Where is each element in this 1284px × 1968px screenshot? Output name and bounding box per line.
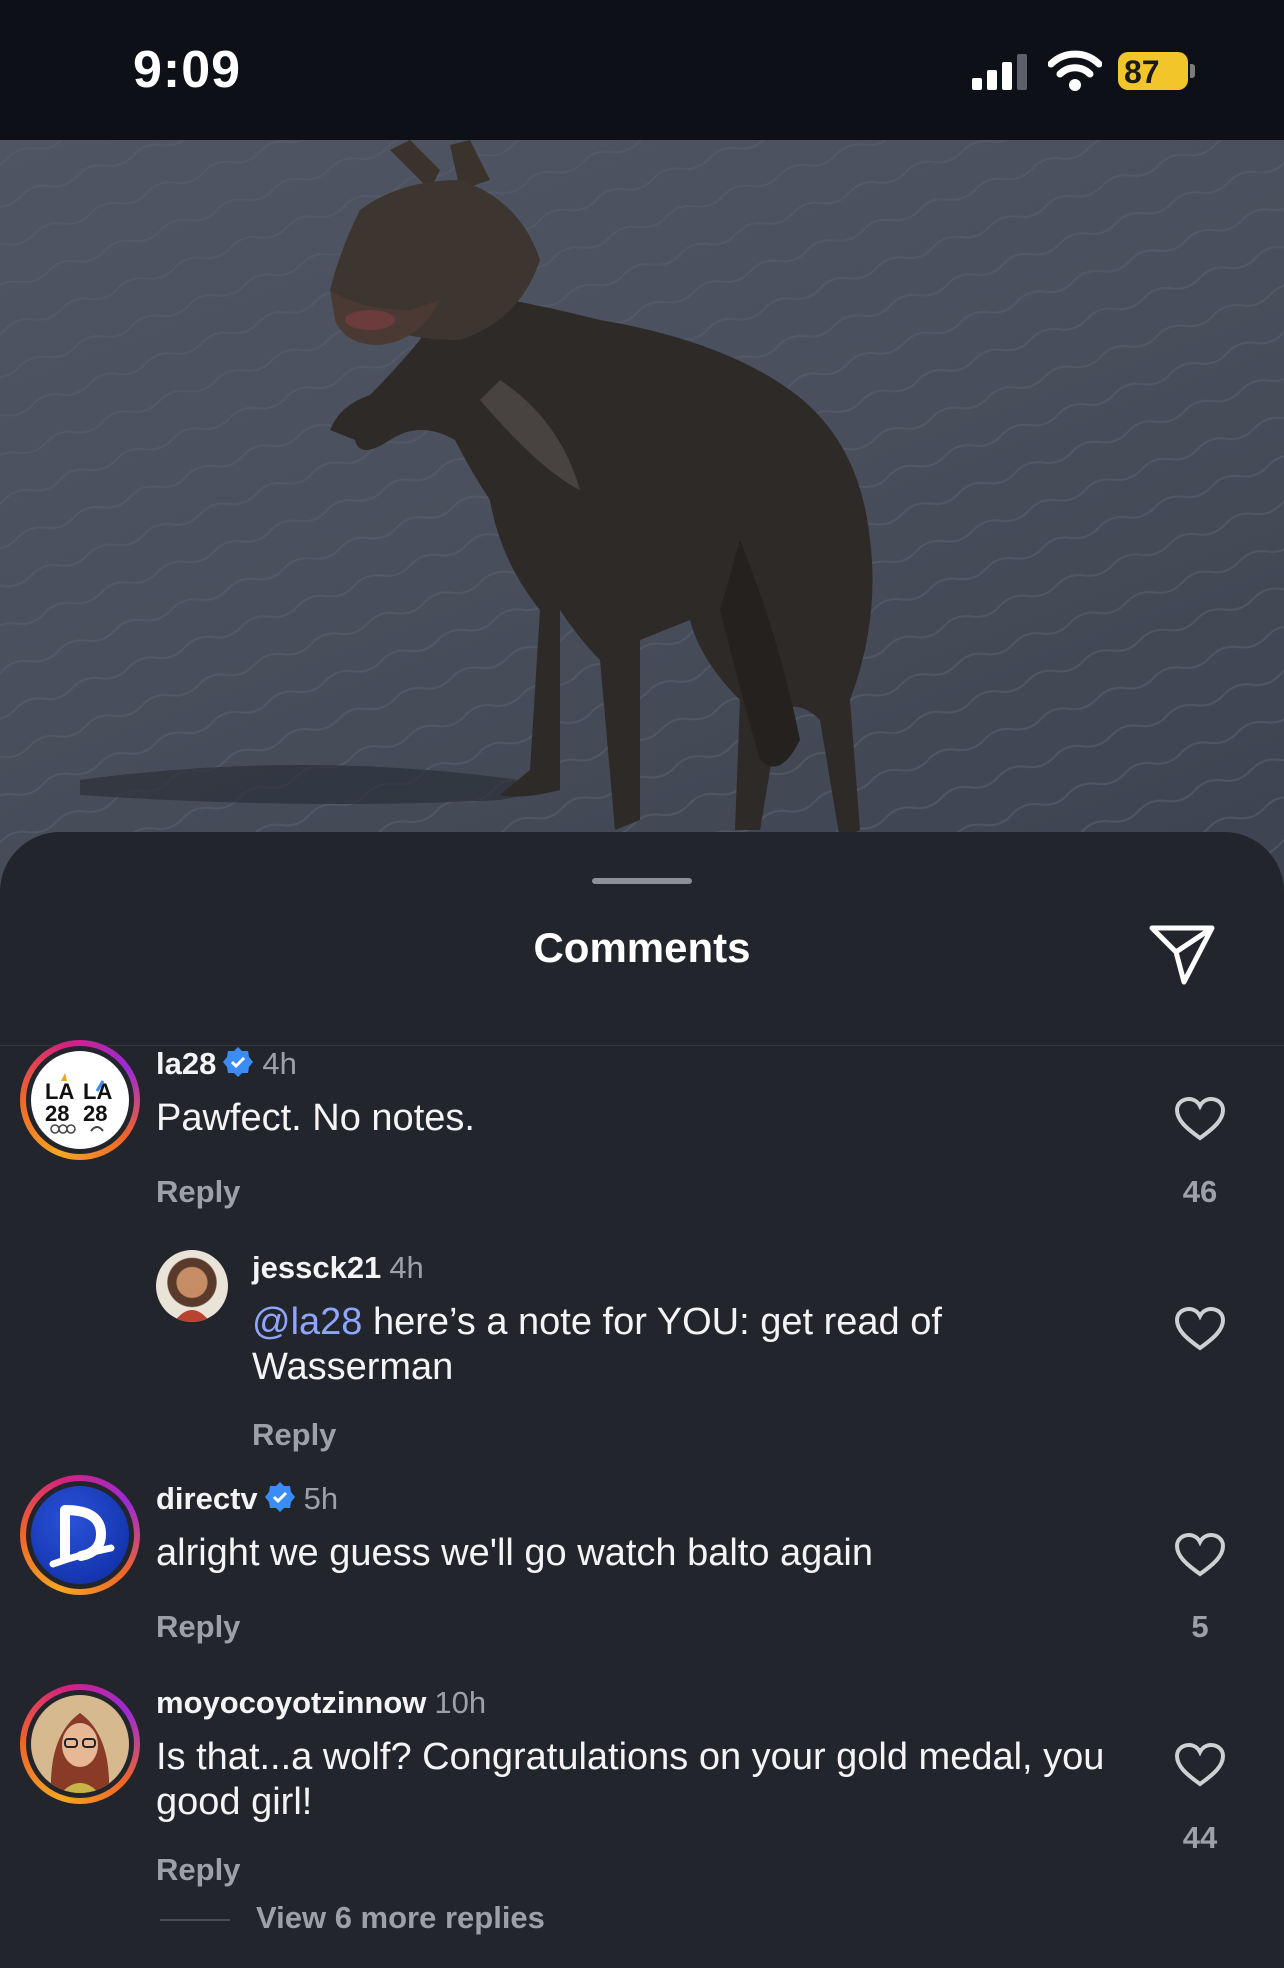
wolf-image [0, 140, 1284, 920]
comment-username[interactable]: jessck21 4h [252, 1250, 424, 1286]
comment-username[interactable]: directv 5h [156, 1481, 338, 1517]
reply-button[interactable]: Reply [156, 1852, 240, 1888]
reply-button[interactable]: Reply [156, 1174, 240, 1210]
comment-text: alright we guess we'll go watch balto ag… [156, 1532, 874, 1574]
avatar[interactable] [31, 1695, 129, 1793]
wifi-icon [1048, 50, 1102, 91]
sheet-title: Comments [533, 924, 751, 971]
heart-icon[interactable] [1174, 1742, 1226, 1788]
svg-text:28: 28 [45, 1101, 69, 1126]
avatar[interactable] [156, 1250, 228, 1322]
share-send-icon[interactable] [1146, 918, 1218, 988]
status-time: 9:09 [133, 41, 242, 99]
replies-divider-line [160, 1919, 230, 1921]
heart-icon[interactable] [1174, 1532, 1226, 1578]
la28-logo: LA 28 LA 28 [45, 1073, 112, 1134]
comment-time: 4h [262, 1046, 297, 1081]
directv-logo [49, 1505, 115, 1568]
mention-link[interactable]: @la28 [252, 1301, 362, 1343]
status-bar: 9:09 87 [0, 0, 1284, 140]
svg-text:28: 28 [83, 1101, 107, 1126]
comment-username[interactable]: moyocoyotzinnow 10h [156, 1685, 486, 1721]
comment-username[interactable]: la28 4h [156, 1046, 297, 1082]
verified-badge-icon [223, 1047, 254, 1077]
comment-text: Is that...a wolf? Congratulations on you… [156, 1736, 1105, 1823]
comment-time: 4h [389, 1250, 424, 1285]
comment-time: 10h [434, 1685, 487, 1720]
verified-badge-icon [264, 1482, 295, 1512]
view-more-replies-button[interactable]: View 6 more replies [256, 1900, 545, 1936]
heart-icon[interactable] [1174, 1096, 1226, 1142]
post-photo[interactable] [0, 140, 1284, 920]
comment-time: 5h [303, 1481, 339, 1516]
comment-text: Pawfect. No notes. [156, 1097, 475, 1139]
battery-level: 87 [1124, 54, 1160, 90]
heart-icon[interactable] [1174, 1306, 1226, 1352]
comment-text: @la28 here’s a note for YOU: get read of… [252, 1301, 942, 1388]
drag-handle[interactable] [592, 878, 692, 884]
avatar[interactable] [31, 1486, 129, 1584]
like-count: 46 [1182, 1174, 1218, 1209]
cellular-signal-icon [972, 54, 1027, 90]
reply-button[interactable]: Reply [156, 1609, 240, 1645]
battery-icon: 87 [1118, 52, 1198, 90]
like-count: 44 [1182, 1820, 1218, 1855]
avatar[interactable]: LA 28 LA 28 [31, 1051, 129, 1149]
reply-button[interactable]: Reply [252, 1417, 336, 1453]
like-count: 5 [1191, 1609, 1209, 1644]
